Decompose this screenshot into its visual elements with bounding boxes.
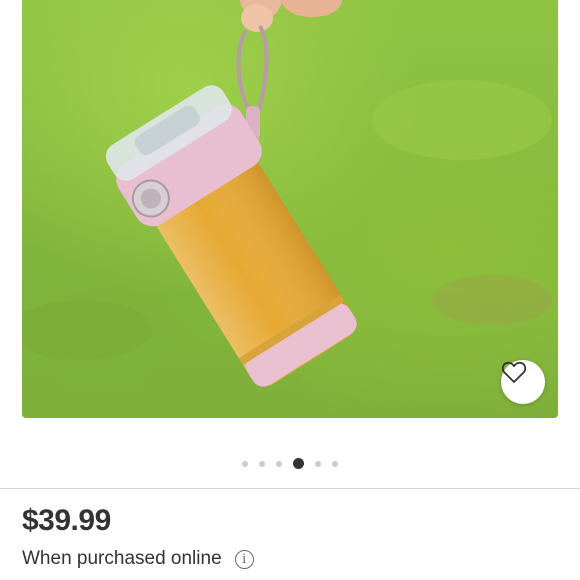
product-price: $39.99 xyxy=(22,504,111,537)
carousel-dot[interactable] xyxy=(276,460,282,467)
carousel-pagination[interactable] xyxy=(0,458,580,469)
blender-bottle-illustration xyxy=(22,0,552,402)
carousel-dot[interactable] xyxy=(332,460,338,467)
info-icon[interactable]: i xyxy=(234,549,254,569)
product-image[interactable] xyxy=(22,0,558,418)
heart-outline-icon xyxy=(501,361,527,383)
carousel-dot-active[interactable] xyxy=(293,458,304,469)
favorite-button[interactable] xyxy=(501,360,545,404)
price-note: When purchased online xyxy=(22,548,222,569)
price-note-row: When purchased online i xyxy=(22,548,254,570)
carousel-dot[interactable] xyxy=(315,460,321,467)
carousel-dot[interactable] xyxy=(259,460,265,467)
carousel-dot[interactable] xyxy=(242,460,248,467)
section-divider xyxy=(0,488,580,489)
